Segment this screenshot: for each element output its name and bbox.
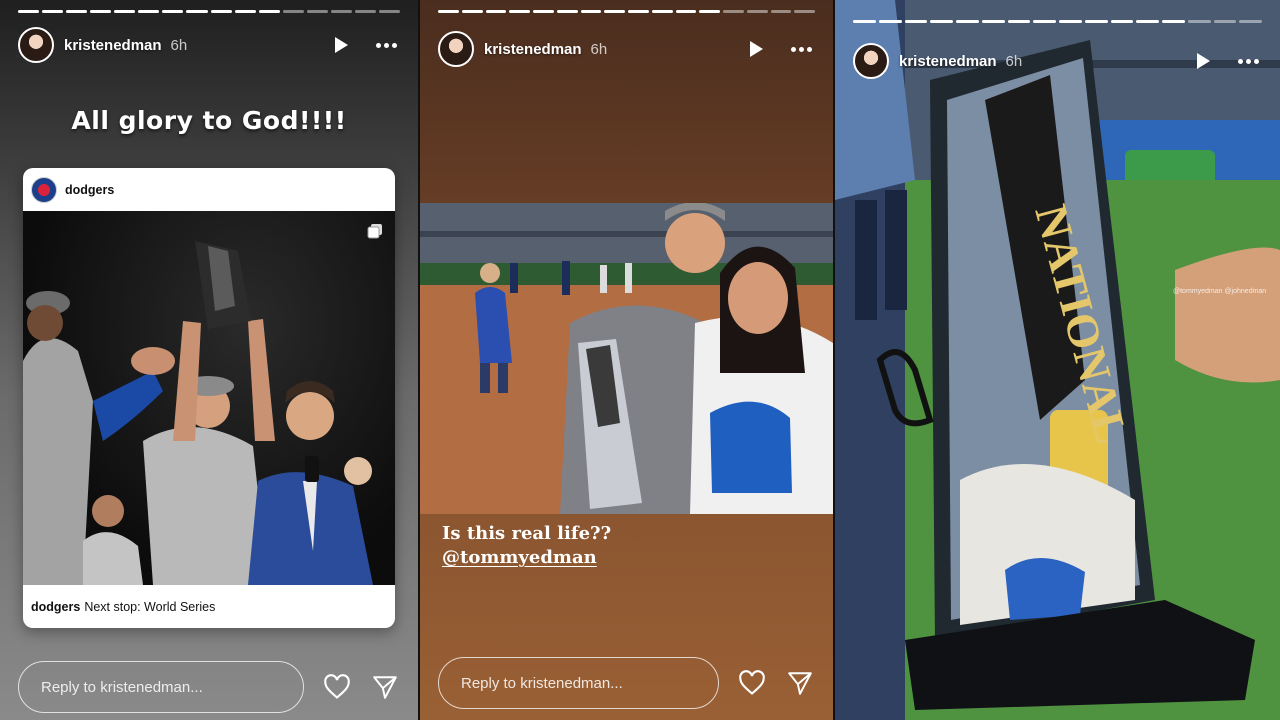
post-caption-account: dodgers [31,599,81,614]
post-caption: dodgers Next stop: World Series [23,585,395,628]
story-username[interactable]: kristenedman [64,37,162,54]
photo-tags[interactable]: @tommyedman @johnedman [1173,288,1266,295]
story-time: 6h [170,36,188,54]
play-icon[interactable] [330,34,352,56]
story-caption: Is this real life?? @tommyedman [442,522,611,571]
story-panel-1[interactable]: kristenedman 6h All glory to God!!!! dod… [0,0,418,720]
play-icon[interactable] [1192,50,1214,72]
story-progress-bar [438,10,815,13]
post-account: dodgers [65,182,115,197]
post-avatar [31,176,57,203]
story-time: 6h [1005,52,1023,70]
caption-line: Is this real life?? [442,523,612,544]
reply-bar [438,657,815,709]
send-icon[interactable] [785,668,815,698]
heart-icon[interactable] [322,672,352,702]
reply-input[interactable] [18,661,304,713]
heart-icon[interactable] [737,668,767,698]
story-progress-bar [853,20,1262,23]
story-time: 6h [590,40,608,58]
shared-post-card[interactable]: dodgers dodgers Next stop: World Series [23,168,395,628]
story-header: kristenedman 6h [438,30,815,68]
reply-input[interactable] [438,657,719,709]
celebration-photo [23,241,373,585]
post-header: dodgers [23,168,395,211]
story-header: kristenedman 6h [853,42,1262,80]
avatar[interactable] [18,27,54,63]
story-panel-3[interactable]: NATIONAL kristenedman 6h @tommyedman @jo… [835,0,1280,720]
post-caption-text: Next stop: World Series [84,599,216,614]
story-photo [420,203,833,514]
send-icon[interactable] [370,672,400,702]
more-icon[interactable] [787,38,815,60]
mention-link[interactable]: @tommyedman [442,546,597,570]
reply-bar [18,661,400,713]
story-progress-bar [18,10,400,13]
more-icon[interactable] [1234,50,1262,72]
story-caption: All glory to God!!!! [71,106,347,135]
story-username[interactable]: kristenedman [484,41,582,58]
carousel-icon [367,223,383,239]
story-username[interactable]: kristenedman [899,53,997,70]
post-image [23,211,395,585]
play-icon[interactable] [745,38,767,60]
trophy-photo: NATIONAL [835,0,1280,720]
avatar[interactable] [853,43,889,79]
story-header: kristenedman 6h [18,26,400,64]
more-icon[interactable] [372,34,400,56]
avatar[interactable] [438,31,474,67]
story-panel-2[interactable]: kristenedman 6h Is this real life?? @tom… [420,0,833,720]
